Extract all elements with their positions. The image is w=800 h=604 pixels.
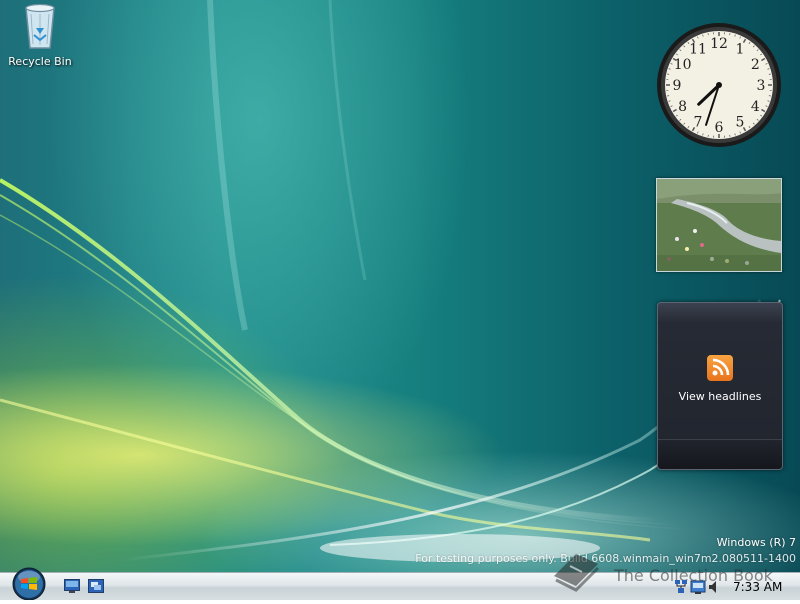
network-icon[interactable] <box>674 579 688 595</box>
clock-numeral-4: 4 <box>751 99 760 115</box>
feed-divider <box>658 439 782 440</box>
volume-icon[interactable] <box>708 579 720 595</box>
windows-start-orb-icon <box>8 565 50 600</box>
slideshow-photo <box>657 179 781 271</box>
show-desktop-icon <box>64 579 80 593</box>
quick-launch-switch-windows[interactable] <box>88 578 104 592</box>
action-center-icon[interactable] <box>690 579 706 595</box>
desktop-background[interactable]: Recycle Bin 121234567891011 <box>0 0 800 572</box>
start-button[interactable] <box>8 565 50 600</box>
quick-launch-show-desktop[interactable] <box>64 578 80 592</box>
clock-numeral-8: 8 <box>678 99 687 115</box>
clock-numeral-1: 1 <box>736 42 745 58</box>
clock-gadget[interactable]: 121234567891011 <box>656 22 782 148</box>
rss-icon <box>707 355 733 381</box>
clock-numeral-12: 12 <box>710 36 728 52</box>
view-headlines-link[interactable]: View headlines <box>658 390 782 403</box>
system-tray[interactable]: 7:33 AM <box>670 576 800 598</box>
clock-numeral-10: 10 <box>674 57 692 73</box>
desktop-icon-recycle-bin[interactable]: Recycle Bin <box>4 2 76 68</box>
recycle-bin-label: Recycle Bin <box>4 55 76 68</box>
clock-numeral-6: 6 <box>715 120 724 136</box>
recycle-bin-icon <box>20 2 60 50</box>
clock-numeral-2: 2 <box>751 57 760 73</box>
feed-headlines-gadget[interactable]: View headlines <box>657 302 783 470</box>
clock-numeral-3: 3 <box>757 78 766 94</box>
book-icon <box>548 548 604 592</box>
tray-clock[interactable]: 7:33 AM <box>733 580 782 594</box>
clock-numeral-9: 9 <box>673 78 682 94</box>
slideshow-gadget[interactable] <box>656 178 782 272</box>
clock-numeral-11: 11 <box>689 42 707 58</box>
switch-windows-icon <box>88 579 104 593</box>
